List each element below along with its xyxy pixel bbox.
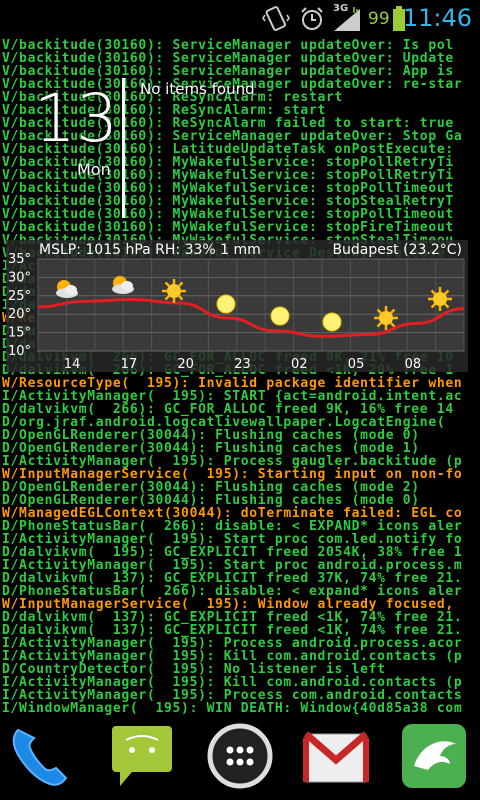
date-weekday: Mon xyxy=(77,160,111,179)
weather-header: MSLP: 1015 hPa RH: 33% 1 mm xyxy=(39,242,261,258)
clear-night-icon xyxy=(216,294,236,314)
status-clock: 11:46 xyxy=(402,4,472,32)
sun-icon xyxy=(374,306,398,330)
y-tick-label: 30° xyxy=(8,270,31,285)
weather-chart: 35° 30° 25° 20° 15° 10° 14 17 20 23 02 05 08 xyxy=(8,252,465,372)
y-tick-label: 20° xyxy=(8,307,31,322)
date-day[interactable]: 13 xyxy=(34,80,118,157)
phone-icon[interactable] xyxy=(4,720,76,792)
x-tick-label: 02 xyxy=(291,357,308,372)
battery-percent: 99 xyxy=(368,9,390,29)
agenda-empty-message[interactable]: No items found xyxy=(140,80,255,98)
status-bar[interactable]: 3G 99 11:46 xyxy=(0,0,480,38)
x-tick-label: 17 xyxy=(121,357,138,372)
alarm-icon xyxy=(301,7,323,30)
dolphin-browser-icon[interactable] xyxy=(398,720,470,792)
y-tick-label: 35° xyxy=(8,252,31,267)
weather-widget[interactable]: 35° 30° 25° 20° 15° 10° 14 17 20 23 02 05 08 MSLP: 1… xyxy=(6,240,468,372)
dock xyxy=(0,715,480,800)
x-tick-label: 20 xyxy=(177,357,194,372)
x-tick-label: 14 xyxy=(64,357,81,372)
clear-night-icon xyxy=(270,306,290,326)
x-tick-label: 08 xyxy=(405,357,422,372)
signal-icon xyxy=(334,7,360,31)
sun-icon xyxy=(162,279,186,303)
gmail-icon[interactable] xyxy=(300,720,372,792)
app-drawer-icon[interactable] xyxy=(204,720,276,792)
y-tick-label: 25° xyxy=(8,289,31,304)
y-tick-label: 10° xyxy=(8,344,31,359)
x-tick-label: 23 xyxy=(234,357,251,372)
date-divider xyxy=(122,78,125,218)
sun-icon xyxy=(428,287,452,311)
y-tick-label: 15° xyxy=(8,326,31,341)
weather-location: Budapest (23.2°C) xyxy=(332,242,462,258)
clear-night-icon xyxy=(322,312,342,332)
log-line: I/WindowManager( 195): WIN DEATH: Window… xyxy=(2,701,463,716)
x-tick-label: 05 xyxy=(348,357,365,372)
plot-area xyxy=(37,258,465,352)
market-icon[interactable] xyxy=(106,720,178,792)
vibrate-icon xyxy=(262,6,290,31)
